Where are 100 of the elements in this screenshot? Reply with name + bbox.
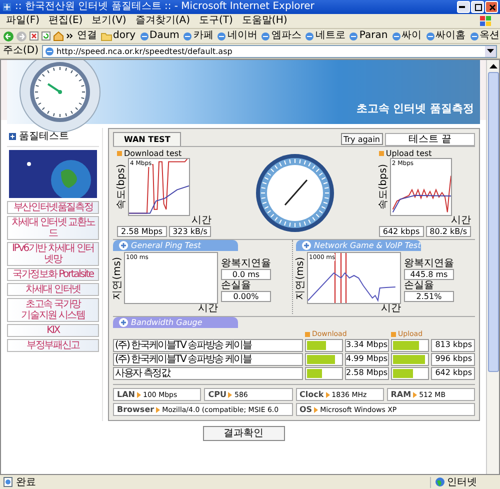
link-button[interactable]: 카페 — [182, 30, 214, 42]
address-label: 주소(D) — [3, 45, 39, 57]
menu-item[interactable]: 보기(V) — [92, 15, 126, 27]
status-text: 완료 — [16, 476, 36, 488]
menu-item[interactable]: 즐겨찾기(A) — [135, 15, 190, 27]
link-button[interactable]: 옥션 — [468, 30, 500, 42]
maximize-button[interactable] — [471, 1, 484, 13]
table-cell: 642 kbps — [431, 367, 475, 380]
axis-label: 시간 — [198, 304, 218, 314]
sidebar-banner-link[interactable]: 부산인터넷품질측정 — [7, 201, 99, 214]
chevron-icon — [66, 31, 74, 41]
minimize-icon — [459, 6, 465, 8]
chart-title: Upload test — [386, 149, 432, 158]
table-cell: 2.58 Mbps — [345, 367, 389, 380]
menu-item[interactable]: 파일(F) — [6, 15, 40, 27]
banner-title: 초고속 인터넷 품질측정 — [356, 101, 474, 116]
triangle-icon — [156, 406, 160, 412]
table-cell: 4.99 Mbps — [345, 353, 389, 366]
sidebar-banner-link[interactable]: 차세대 인터넷 교환노드 — [7, 216, 99, 240]
home-icon — [53, 31, 64, 41]
tab[interactable]: WAN TEST — [113, 132, 182, 146]
browser-icon — [2, 2, 12, 12]
bullet-icon — [305, 332, 310, 336]
rate-value: 80.2 kB/s — [426, 226, 471, 237]
menu-item[interactable]: 도움말(H) — [242, 15, 288, 27]
field-label: 손실율 — [404, 280, 435, 291]
sidebar-banner-link[interactable]: 부정부패신고 — [7, 339, 99, 352]
sidebar-banner-link[interactable]: IPv6기반 차세대 인터넷망 — [7, 242, 99, 266]
scroll-thumb[interactable] — [488, 72, 498, 372]
table-cell: 996 kbps — [431, 353, 475, 366]
scrollbar[interactable] — [486, 60, 499, 474]
link-button[interactable]: Daum — [138, 30, 180, 42]
close-icon — [487, 2, 498, 13]
table-cell: 3.34 Mbps — [345, 339, 389, 352]
menu-item[interactable]: 도구(T) — [199, 15, 233, 27]
link-button[interactable]: 엠파스 — [260, 30, 302, 42]
window-title: :: 한국전산원 인터넷 품질테스트 :: - Microsoft Internet Explorer — [15, 1, 316, 13]
link-button[interactable]: 네트로 — [304, 30, 346, 42]
delay-value: 0.0 ms — [221, 269, 271, 280]
triangle-icon — [413, 392, 418, 398]
chart-title: Download test — [124, 149, 182, 158]
stop-icon — [29, 31, 39, 41]
minimize-button[interactable] — [457, 1, 470, 13]
globe-icon — [435, 477, 445, 487]
triangle-icon — [228, 392, 232, 398]
plus-circle-icon — [119, 241, 128, 250]
delay-value: 445.8 ms — [404, 269, 454, 280]
maximize-icon — [473, 2, 484, 13]
triangle-icon — [136, 392, 141, 398]
windows-logo-icon — [478, 15, 494, 27]
menu-item[interactable]: 편집(E) — [48, 15, 83, 27]
address-field[interactable]: http://speed.nca.or.kr/speedtest/default.asp — [42, 44, 497, 58]
close-button[interactable] — [485, 1, 498, 13]
rate-value: 642 kbps — [378, 226, 424, 237]
sidebar-heading: 품질테스트 — [19, 130, 69, 143]
link-button[interactable]: 네이버 — [216, 30, 258, 42]
field-label: 왕복지연율 — [221, 258, 271, 269]
zone-indicator: 인터넷 — [430, 476, 497, 488]
bullet-icon — [391, 332, 396, 336]
square-bullet-icon — [9, 132, 16, 140]
link-button[interactable]: dory — [100, 30, 136, 42]
link-button[interactable]: 싸이 — [390, 30, 423, 42]
axis-label: 속도(bps) — [378, 164, 389, 210]
bullet-icon — [117, 151, 122, 156]
status-field: 테스트 끝 — [385, 132, 475, 146]
download-speed-graph — [129, 159, 189, 215]
field-label: 왕복지연율 — [404, 258, 454, 269]
dropdown-icon — [487, 48, 494, 54]
table-cell: (주) 한국케이블TV 송파방송 케이블 — [113, 339, 303, 352]
axis-label: 지연(ms) — [296, 256, 306, 300]
folder-icon — [101, 32, 112, 40]
links-label: 연결 — [77, 30, 97, 42]
refresh-icon — [41, 31, 51, 41]
sidebar-banner-link[interactable]: 국가정보화 Portalsite — [7, 268, 99, 281]
axis-label: 시간 — [381, 304, 401, 314]
rate-value: 323 kB/s — [168, 226, 212, 237]
plus-circle-icon — [119, 318, 128, 327]
axis-label: 시간 — [450, 216, 471, 226]
table-cell: 사용자 측정값 — [113, 367, 303, 380]
table-cell: (주) 한국케이블TV 송파방송 케이블 — [113, 353, 303, 366]
sidebar-banner-link[interactable]: 차세대 인터넷 — [7, 283, 99, 296]
axis-label: 속도(bps) — [117, 164, 127, 210]
loss-value: 2.51% — [404, 291, 454, 302]
confirm-button[interactable]: 결과확인 — [202, 426, 284, 441]
up-arrow-icon — [488, 63, 498, 69]
axis-label: 지연(ms) — [113, 256, 123, 300]
triangle-icon — [314, 406, 318, 412]
sidebar-banner-link[interactable]: KIX — [7, 324, 99, 337]
loss-value: 0.00% — [221, 291, 271, 302]
sidebar-banner-link[interactable]: 초고속 국가망 기술지원 시스템 — [7, 298, 99, 322]
try-again-button[interactable]: Try again — [340, 133, 383, 145]
link-button[interactable]: Paran — [348, 30, 389, 42]
rate-value: 2.58 Mbps — [117, 226, 167, 237]
forward-icon — [16, 30, 27, 42]
field-label: 손실율 — [221, 280, 252, 291]
triangle-icon — [326, 392, 330, 398]
link-button[interactable]: 싸이홈 — [424, 30, 467, 42]
axis-label: 시간 — [191, 216, 212, 226]
plus-circle-icon — [302, 241, 311, 250]
table-cell: 813 kbps — [431, 339, 475, 352]
